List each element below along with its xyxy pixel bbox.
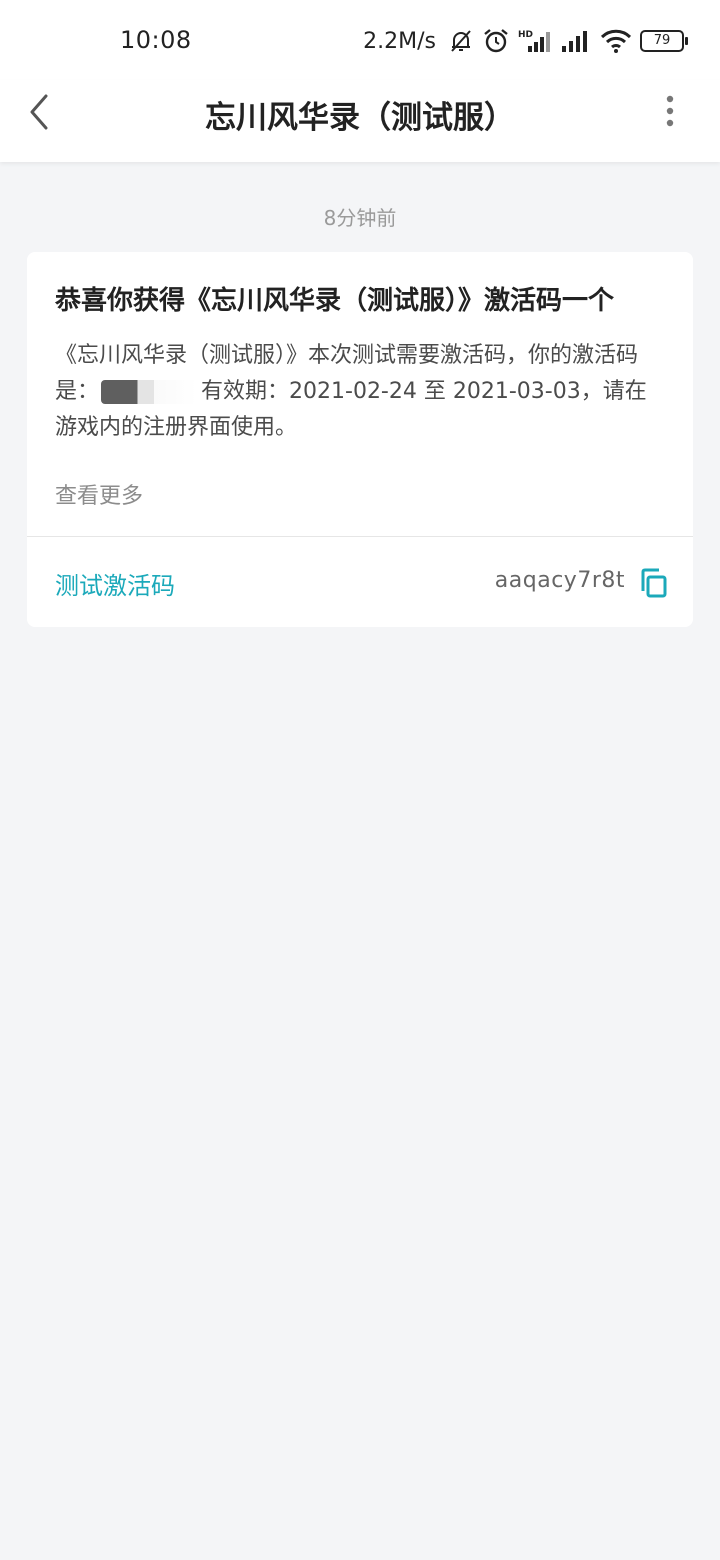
message-card: 恭喜你获得《忘川风华录（测试服）》激活码一个 《忘川风华录（测试服）》本次测试需…	[27, 252, 693, 627]
status-icons: 2.2M/s HD 79	[363, 24, 688, 58]
status-bar: 10:08 2.2M/s HD 79	[0, 0, 720, 80]
status-time: 10:08	[120, 26, 192, 54]
copy-icon[interactable]	[639, 568, 667, 598]
bell-muted-icon	[451, 30, 471, 52]
wifi-icon	[600, 29, 632, 53]
alarm-icon	[484, 29, 508, 53]
network-speed: 2.2M/s	[363, 28, 436, 54]
activation-code-value: aaqacy7r8t	[494, 568, 625, 593]
hd-signal-icon: HD	[518, 30, 550, 52]
battery-icon: 79	[640, 30, 688, 52]
divider	[27, 536, 693, 537]
svg-text:HD: HD	[518, 30, 533, 40]
signal-icon	[562, 31, 587, 52]
more-vertical-icon[interactable]	[660, 94, 680, 128]
message-body: 《忘川风华录（测试服）》本次测试需要激活码，你的激活码是： 有效期：2021-02…	[55, 338, 665, 446]
redacted-code	[101, 380, 198, 404]
see-more-link[interactable]: 查看更多	[55, 478, 143, 510]
app-bar: 忘川风华录（测试服）	[0, 80, 720, 162]
page-title: 忘川风华录（测试服）	[205, 100, 515, 136]
message-time: 8分钟前	[323, 206, 397, 230]
message-title: 恭喜你获得《忘川风华录（测试服）》激活码一个	[55, 286, 615, 316]
activation-code-label: 测试激活码	[55, 572, 175, 600]
